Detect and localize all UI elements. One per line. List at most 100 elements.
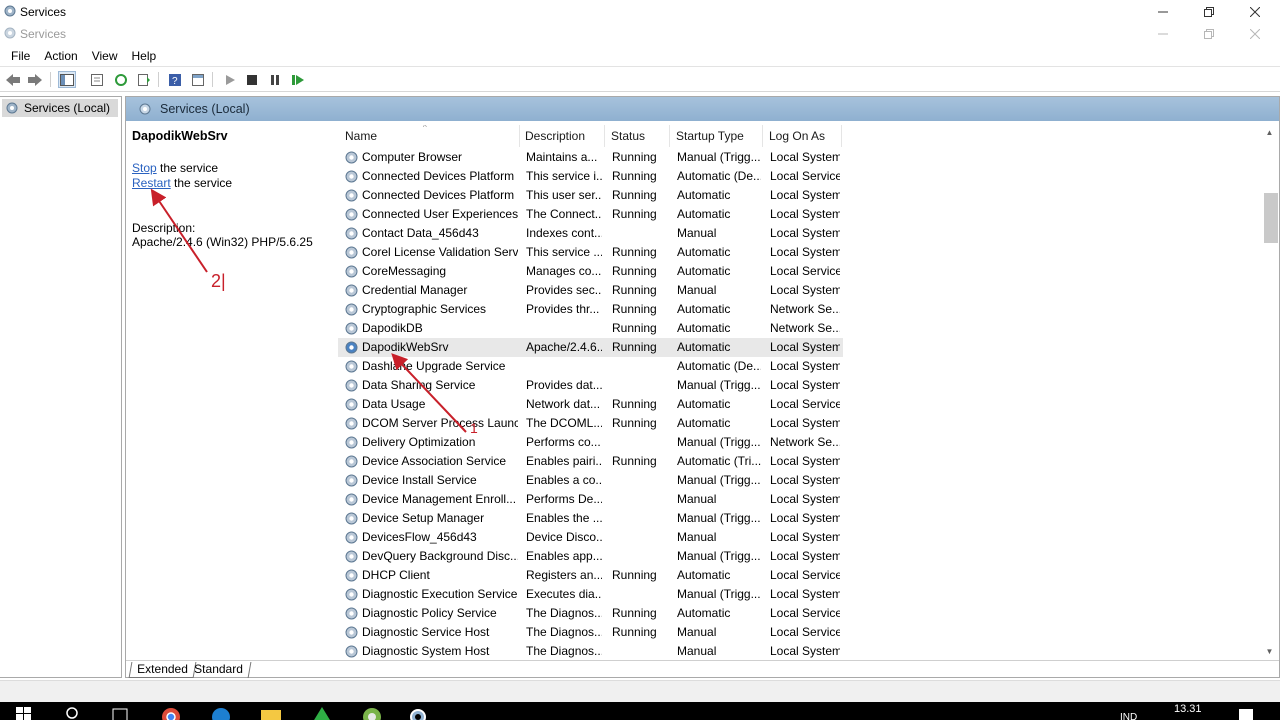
table-row[interactable]: Contact Data_456d43 Indexes cont... Manual…: [338, 224, 843, 243]
taskbar-clock[interactable]: 13.31: [1174, 703, 1202, 715]
service-description-cell: Executes dia...: [526, 587, 602, 601]
service-gear-icon: [345, 189, 358, 202]
menu-file[interactable]: File: [4, 49, 37, 63]
table-row[interactable]: Device Setup Manager Enables the ... Manua…: [338, 509, 843, 528]
table-row[interactable]: DapodikWebSrv Apache/2.4.6... Running Autom…: [338, 338, 843, 357]
service-name-cell: Connected Devices Platform ...: [362, 169, 518, 183]
column-header-status[interactable]: Status: [611, 129, 645, 143]
services-gear-icon[interactable]: [408, 707, 428, 720]
table-row[interactable]: Diagnostic System Host The Diagnos... Manu…: [338, 642, 843, 659]
service-startup-cell: Automatic: [677, 264, 731, 278]
column-header-description[interactable]: Description: [525, 129, 585, 143]
restart-service-button[interactable]: [289, 71, 307, 88]
restart-service-link[interactable]: Restart: [132, 176, 171, 190]
app-colorful-icon[interactable]: [361, 707, 383, 720]
scroll-up-arrow[interactable]: ▲: [1261, 125, 1278, 140]
table-row[interactable]: Credential Manager Provides sec... Running…: [338, 281, 843, 300]
inner-close-button[interactable]: [1232, 24, 1278, 44]
scrollbar-thumb[interactable]: [1264, 193, 1278, 243]
inner-window-title: Services: [20, 27, 67, 41]
column-header-name[interactable]: Name: [345, 129, 377, 143]
file-explorer-icon[interactable]: [260, 707, 282, 720]
notification-icon[interactable]: [1238, 707, 1254, 720]
service-gear-icon: [345, 607, 358, 620]
table-row[interactable]: Delivery Optimization Performs co... Manua…: [338, 433, 843, 452]
column-header-startup-type[interactable]: Startup Type: [676, 129, 744, 143]
help-button[interactable]: ?: [166, 71, 184, 88]
service-logon-cell: Local Service: [770, 606, 840, 620]
forward-button[interactable]: [26, 71, 44, 88]
stop-service-link[interactable]: Stop: [132, 161, 157, 175]
edge-icon[interactable]: [211, 707, 231, 720]
table-row[interactable]: Dashlane Upgrade Service Automatic (De...…: [338, 357, 843, 376]
column-header-log-on-as[interactable]: Log On As: [769, 129, 825, 143]
start-service-button[interactable]: [221, 71, 239, 88]
column-divider[interactable]: [841, 125, 842, 147]
stop-service-button[interactable]: [243, 71, 261, 88]
back-button[interactable]: [4, 71, 22, 88]
column-divider[interactable]: [519, 125, 520, 147]
table-row[interactable]: Connected User Experiences ... The Connec…: [338, 205, 843, 224]
table-row[interactable]: Connected Devices Platform ... This user …: [338, 186, 843, 205]
menu-view[interactable]: View: [85, 49, 125, 63]
service-status-cell: Running: [612, 188, 657, 202]
table-row[interactable]: Computer Browser Maintains a... Running Man…: [338, 148, 843, 167]
inner-restore-button[interactable]: [1186, 24, 1232, 44]
pause-service-button[interactable]: [266, 71, 284, 88]
column-divider[interactable]: [669, 125, 670, 147]
service-description-cell: Performs co...: [526, 435, 601, 449]
service-name-cell: DapodikDB: [362, 321, 423, 335]
table-row[interactable]: DevicesFlow_456d43 Device Disco... Manual L…: [338, 528, 843, 547]
service-name-cell: Device Association Service: [362, 454, 507, 468]
menu-action[interactable]: Action: [37, 49, 84, 63]
table-row[interactable]: Device Management Enroll... Performs De..…: [338, 490, 843, 509]
show-hide-tree-button[interactable]: [58, 71, 76, 88]
table-row[interactable]: DCOM Server Process Launc... The DCOML...…: [338, 414, 843, 433]
stop-icon: [247, 74, 257, 85]
service-logon-cell: Local Service: [770, 264, 840, 278]
refresh-button[interactable]: [112, 71, 130, 88]
table-row[interactable]: Diagnostic Policy Service The Diagnos... R…: [338, 604, 843, 623]
windows-start-icon[interactable]: [16, 707, 32, 720]
service-startup-cell: Automatic: [677, 397, 731, 411]
service-name-cell: CoreMessaging: [362, 264, 447, 278]
table-row[interactable]: Corel License Validation Serv... This ser…: [338, 243, 843, 262]
table-row[interactable]: Diagnostic Execution Service Executes dia…: [338, 585, 843, 604]
tree-item-services-local[interactable]: Services (Local): [2, 99, 118, 117]
input-language[interactable]: IND: [1120, 712, 1137, 720]
table-row[interactable]: CoreMessaging Manages co... Running Automat…: [338, 262, 843, 281]
task-view-icon[interactable]: [110, 707, 130, 720]
table-row[interactable]: DHCP Client Registers an... Running Automat…: [338, 566, 843, 585]
minimize-button[interactable]: [1140, 0, 1186, 24]
column-divider[interactable]: [604, 125, 605, 147]
restore-button[interactable]: [1186, 0, 1232, 24]
table-row[interactable]: Cryptographic Services Provides thr... Run…: [338, 300, 843, 319]
vertical-scrollbar[interactable]: ▲ ▼: [1261, 125, 1278, 659]
service-name-cell: Device Setup Manager: [362, 511, 485, 525]
chrome-icon[interactable]: [161, 707, 181, 720]
service-logon-cell: Local System: [770, 188, 840, 202]
export-list-button[interactable]: [135, 71, 153, 88]
pause-icon: [271, 74, 279, 85]
app-green-icon[interactable]: [311, 707, 333, 720]
scroll-down-arrow[interactable]: ▼: [1261, 644, 1278, 659]
table-row[interactable]: Diagnostic Service Host The Diagnos... Run…: [338, 623, 843, 642]
service-description-cell: This service ...: [526, 245, 602, 259]
table-row[interactable]: Device Install Service Enables a co... Man…: [338, 471, 843, 490]
service-logon-cell: Local Service: [770, 169, 840, 183]
column-divider[interactable]: [762, 125, 763, 147]
table-row[interactable]: Connected Devices Platform ... This servi…: [338, 167, 843, 186]
close-button[interactable]: [1232, 0, 1278, 24]
tab-standard[interactable]: Standard: [186, 662, 252, 678]
search-icon[interactable]: [66, 707, 80, 720]
table-row[interactable]: DapodikDB Running Automatic Network Se...: [338, 319, 843, 338]
menu-help[interactable]: Help: [125, 49, 164, 63]
inner-minimize-button[interactable]: [1140, 24, 1186, 44]
table-row[interactable]: Data Usage Network dat... Running Automatic…: [338, 395, 843, 414]
properties-button[interactable]: [88, 71, 106, 88]
table-row[interactable]: Device Association Service Enables pairi.…: [338, 452, 843, 471]
view-button[interactable]: [189, 71, 207, 88]
service-description-cell: The Diagnos...: [526, 606, 602, 620]
table-row[interactable]: DevQuery Background Disc... Enables app..…: [338, 547, 843, 566]
table-row[interactable]: Data Sharing Service Provides dat... Manua…: [338, 376, 843, 395]
